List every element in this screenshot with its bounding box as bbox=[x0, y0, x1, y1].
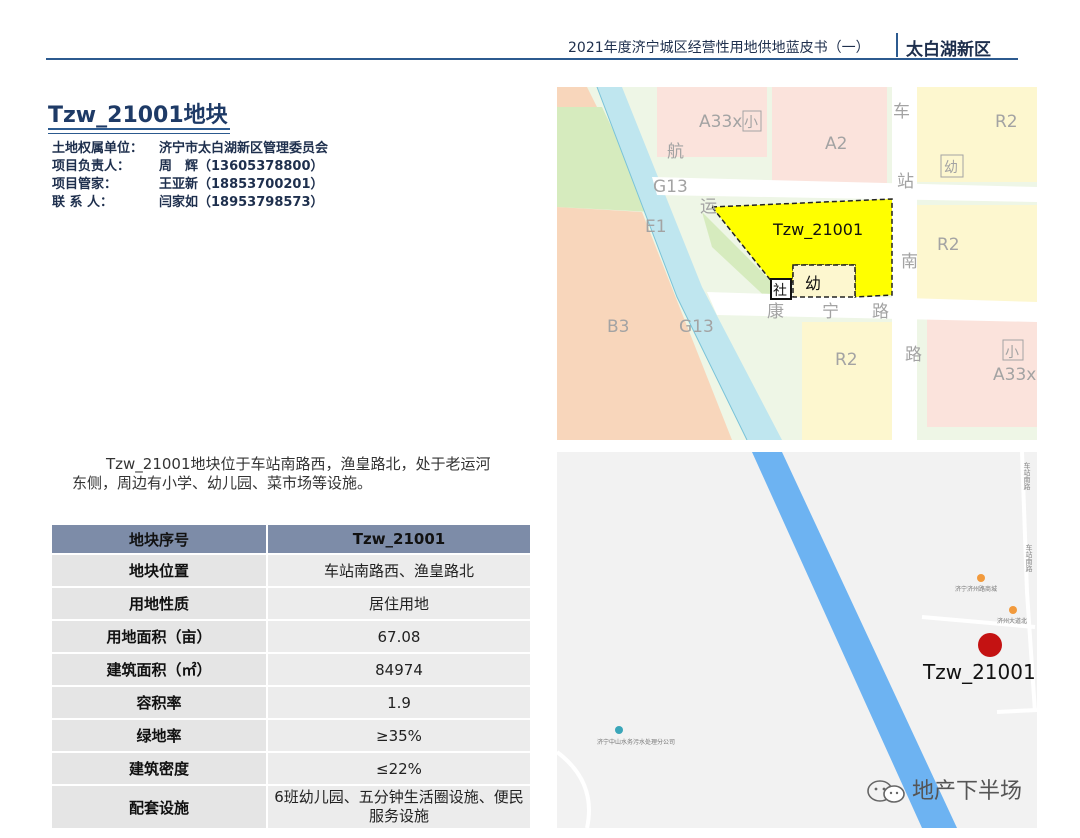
road-label: 康 bbox=[767, 302, 784, 322]
parcel-title: Tzw_21001地块 bbox=[48, 103, 228, 128]
table-row: 绿地率 ≥35% bbox=[50, 718, 532, 753]
contact-label: 联 系 人： bbox=[52, 195, 114, 210]
road-label: 车站南路 bbox=[1025, 543, 1033, 573]
table-row: 建筑面积（㎡） 84974 bbox=[50, 652, 532, 687]
poi-label: 济宁中山水务污水处理分公司 bbox=[597, 738, 675, 746]
title-underline-thin bbox=[48, 133, 230, 134]
title-underline bbox=[48, 128, 230, 130]
road-label: 宁 bbox=[822, 302, 839, 322]
road-label: 路 bbox=[905, 345, 922, 365]
zone-r2-top bbox=[917, 87, 1037, 182]
zone-label: B3 bbox=[607, 317, 629, 337]
contact-value: 济宁市太白湖新区管理委员会 bbox=[159, 141, 329, 156]
table-row: 用地性质 居住用地 bbox=[50, 586, 532, 621]
header-separator bbox=[896, 33, 898, 57]
row-value: 67.08 bbox=[266, 619, 532, 654]
table-header-label: 地块序号 bbox=[50, 523, 268, 555]
poi-icon bbox=[615, 726, 623, 734]
contact-label: 项目负责人： bbox=[52, 159, 131, 174]
road-label: 车站南路 bbox=[1023, 461, 1031, 491]
planning-map: Tzw_21001 社 幼 A33x A2 R2 G13 E1 R2 B3 G1… bbox=[557, 87, 1037, 440]
community-facility-label: 社 bbox=[773, 283, 787, 299]
row-value: ≤22% bbox=[266, 751, 532, 786]
kindergarten-label: 幼 bbox=[805, 274, 821, 293]
poi-icon bbox=[977, 574, 985, 582]
road-label: 运 bbox=[700, 197, 717, 217]
zone-r2-right bbox=[917, 205, 1037, 305]
contact-label: 土地权属单位： bbox=[52, 141, 144, 156]
road-label: 航 bbox=[667, 142, 684, 162]
school-symbol-label: 小 bbox=[1005, 345, 1019, 361]
contact-row: 项目管家： 王亚新（18853700201） bbox=[52, 176, 328, 194]
row-label: 用地性质 bbox=[50, 586, 268, 621]
row-value: 车站南路西、渔皇路北 bbox=[266, 553, 532, 588]
location-map-svg: Tzw_21001 济宁济州路商城 济州大道北 济宁中山水务污水处理分公司 车站… bbox=[557, 452, 1037, 828]
row-value: 1.9 bbox=[266, 685, 532, 720]
table-row: 容积率 1.9 bbox=[50, 685, 532, 720]
zone-label: R2 bbox=[937, 235, 960, 255]
row-label: 建筑密度 bbox=[50, 751, 268, 786]
contact-row: 土地权属单位： 济宁市太白湖新区管理委员会 bbox=[52, 140, 328, 158]
row-label: 地块位置 bbox=[50, 553, 268, 588]
kindergarten-symbol-label: 幼 bbox=[944, 160, 958, 176]
poi-label: 济州大道北 bbox=[997, 617, 1027, 625]
contact-row: 项目负责人： 周 辉（13605378800） bbox=[52, 158, 328, 176]
row-value: 居住用地 bbox=[266, 586, 532, 621]
row-label: 容积率 bbox=[50, 685, 268, 720]
school-symbol-label: 小 bbox=[744, 115, 758, 131]
row-label: 配套设施 bbox=[50, 784, 268, 830]
contact-value: 闫家如（18953798573） bbox=[159, 195, 324, 210]
contact-label: 项目管家： bbox=[52, 177, 118, 192]
road-label: 站 bbox=[897, 172, 914, 192]
contact-value: 周 辉（13605378800） bbox=[159, 159, 324, 174]
poi-icon bbox=[1009, 606, 1017, 614]
row-value: 84974 bbox=[266, 652, 532, 687]
kindergarten-site bbox=[792, 264, 856, 298]
road-label: 南 bbox=[901, 252, 918, 272]
zone-label: E1 bbox=[645, 217, 667, 237]
header-rule bbox=[46, 58, 1018, 60]
district-name: 太白湖新区 bbox=[906, 40, 991, 60]
zone-label: A33x bbox=[699, 112, 742, 132]
row-label: 建筑面积（㎡） bbox=[50, 652, 268, 687]
contact-value: 王亚新（18853700201） bbox=[159, 177, 324, 192]
row-label: 用地面积（亩） bbox=[50, 619, 268, 654]
road-label: 车 bbox=[893, 102, 910, 122]
wechat-icon-svg bbox=[867, 780, 905, 803]
row-label: 绿地率 bbox=[50, 718, 268, 753]
location-map: Tzw_21001 济宁济州路商城 济州大道北 济宁中山水务污水处理分公司 车站… bbox=[557, 452, 1037, 828]
report-title: 2021年度济宁城区经营性用地供地蓝皮书（一） bbox=[568, 40, 870, 56]
zone-label: G13 bbox=[679, 317, 714, 337]
description-text: Tzw_21001地块位于车站南路西，渔皇路北，处于老运河东侧，周边有小学、幼儿… bbox=[72, 455, 491, 492]
road-label: 路 bbox=[872, 302, 889, 322]
row-value: ≥35% bbox=[266, 718, 532, 753]
zone-label: A2 bbox=[825, 134, 847, 154]
zone-label: R2 bbox=[995, 112, 1018, 132]
parcel-label: Tzw_21001 bbox=[772, 220, 863, 240]
table-header-row: 地块序号 Tzw_21001 bbox=[50, 523, 532, 555]
zone-label: A33x bbox=[993, 365, 1036, 385]
table-row: 配套设施 6班幼儿园、五分钟生活圈设施、便民服务设施 bbox=[50, 784, 532, 830]
row-value: 6班幼儿园、五分钟生活圈设施、便民服务设施 bbox=[266, 784, 532, 830]
zone-label: G13 bbox=[653, 177, 688, 197]
planning-map-svg: Tzw_21001 社 幼 A33x A2 R2 G13 E1 R2 B3 G1… bbox=[557, 87, 1037, 440]
parcel-info-table: 地块序号 Tzw_21001 地块位置 车站南路西、渔皇路北 用地性质 居住用地… bbox=[50, 523, 532, 830]
wechat-icon bbox=[866, 779, 908, 809]
poi-label: 济宁济州路商城 bbox=[955, 585, 997, 593]
table-header-value: Tzw_21001 bbox=[266, 523, 532, 555]
watermark-text: 地产下半场 bbox=[912, 779, 1023, 804]
table-row: 用地面积（亩） 67.08 bbox=[50, 619, 532, 654]
contact-row: 联 系 人： 闫家如（18953798573） bbox=[52, 194, 328, 212]
contact-list: 土地权属单位： 济宁市太白湖新区管理委员会 项目负责人： 周 辉（1360537… bbox=[52, 140, 328, 212]
marker-label: Tzw_21001 bbox=[922, 660, 1036, 684]
parcel-location-marker bbox=[978, 633, 1002, 657]
zone-label: R2 bbox=[835, 350, 858, 370]
parcel-description: Tzw_21001地块位于车站南路西，渔皇路北，处于老运河东侧，周边有小学、幼儿… bbox=[72, 455, 492, 493]
table-row: 建筑密度 ≤22% bbox=[50, 751, 532, 786]
table-row: 地块位置 车站南路西、渔皇路北 bbox=[50, 553, 532, 588]
